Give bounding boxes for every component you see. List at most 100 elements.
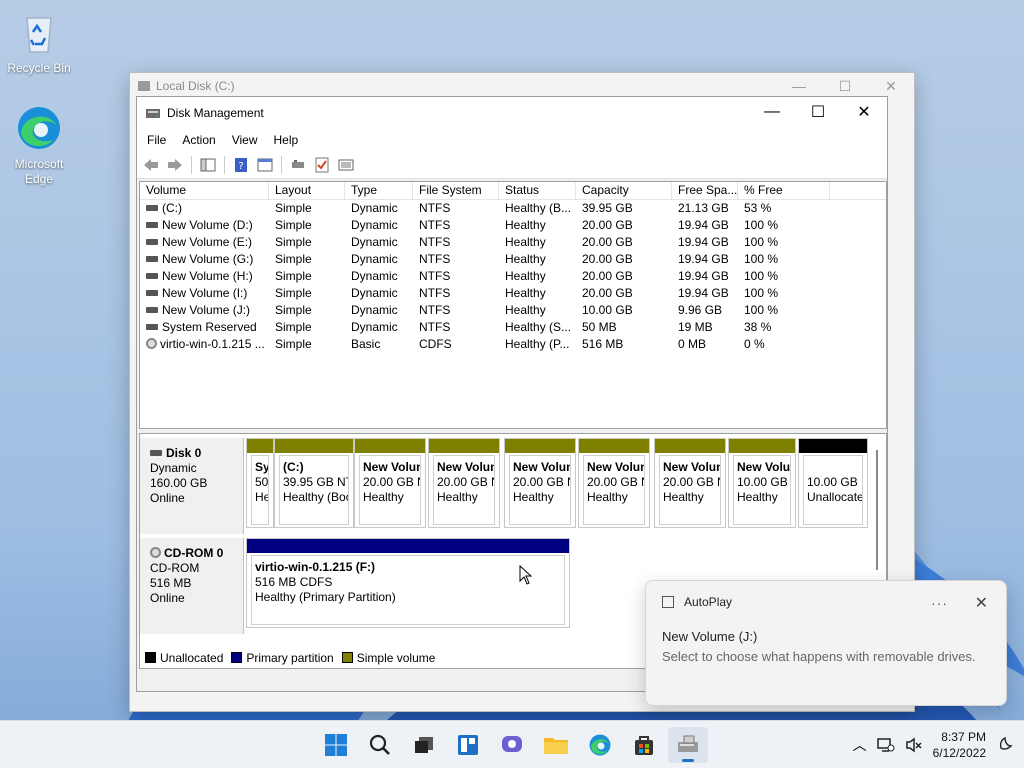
volume-cell: Healthy	[505, 286, 546, 300]
show-hide-tree-icon[interactable]	[198, 155, 218, 175]
disk-management-taskbar-button[interactable]	[668, 727, 708, 763]
partition-block[interactable]: 10.00 GB Unallocate	[798, 438, 868, 528]
partition-block[interactable]: New Volun 20.00 GB N Healthy	[354, 438, 426, 528]
menu-file[interactable]: File	[139, 133, 174, 147]
minimize-button[interactable]: —	[749, 97, 795, 127]
graph-scrollbar[interactable]	[876, 450, 878, 570]
volume-cell: 100 %	[744, 286, 779, 300]
task-view-button[interactable]	[404, 727, 444, 763]
clock[interactable]: 8:37 PM 6/12/2022	[933, 729, 986, 761]
volume-cell: 0 MB	[678, 337, 707, 351]
chat-button[interactable]	[492, 727, 532, 763]
more-options-icon[interactable]: ···	[931, 595, 948, 611]
disk-0-label[interactable]: Disk 0 Dynamic 160.00 GB Online	[140, 438, 244, 534]
store-button[interactable]	[624, 727, 664, 763]
volume-list[interactable]: Volume Layout Type File System Status Ca…	[139, 181, 887, 429]
col-volume[interactable]: Volume	[140, 182, 269, 199]
checklist-icon[interactable]	[312, 155, 332, 175]
partition-block[interactable]: New Volun 20.00 GB N Healthy	[504, 438, 576, 528]
menu-view[interactable]: View	[224, 133, 266, 147]
partition-color-bar	[655, 439, 725, 453]
partition-text: Healthy (Boo	[283, 490, 349, 504]
connect-icon[interactable]	[288, 155, 308, 175]
notification-icon[interactable]	[996, 736, 1014, 754]
volume-cell: Healthy (S...	[505, 320, 572, 334]
volume-cell: New Volume (I:)	[140, 285, 269, 302]
widgets-button[interactable]	[448, 727, 488, 763]
drive-icon	[146, 255, 158, 262]
volume-row[interactable]: System Reserved Simple Dynamic NTFS Healthy …	[140, 319, 886, 336]
autoplay-notification[interactable]: AutoPlay ··· ✕ New Volume (J:) Select to…	[645, 580, 1007, 706]
volume-cell: 100 %	[744, 252, 779, 266]
col-status[interactable]: Status	[499, 182, 576, 199]
volume-row[interactable]: New Volume (J:) Simple Dynamic NTFS Healthy 1…	[140, 302, 886, 319]
volume-cell: virtio-win-0.1.215 ...	[140, 336, 269, 353]
volume-cell: 20.00 GB	[582, 235, 633, 249]
volume-cell: Healthy (P...	[505, 337, 570, 351]
partition-block[interactable]: New Volun 20.00 GB N Healthy	[428, 438, 500, 528]
help-icon[interactable]: ?	[231, 155, 251, 175]
close-icon[interactable]: ✕	[975, 593, 988, 613]
partition-block[interactable]: (C:) 39.95 GB NT Healthy (Boo	[274, 438, 354, 528]
back-arrow-icon[interactable]	[141, 155, 161, 175]
volume-row[interactable]: virtio-win-0.1.215 ... Simple Basic CDFS Hea…	[140, 336, 886, 353]
file-explorer-button[interactable]	[536, 727, 576, 763]
col-file-system[interactable]: File System	[413, 182, 499, 199]
forward-arrow-icon[interactable]	[165, 155, 185, 175]
volume-cell: NTFS	[419, 218, 451, 232]
partition-color-bar	[799, 439, 867, 453]
desktop-icon-edge[interactable]: Microsoft Edge	[1, 104, 77, 187]
volume-row[interactable]: New Volume (H:) Simple Dynamic NTFS Healthy 2…	[140, 268, 886, 285]
desktop-icon-recycle-bin[interactable]: Recycle Bin	[1, 8, 77, 75]
drive-icon	[146, 306, 158, 313]
partition-block[interactable]: Sy 50 He	[246, 438, 274, 528]
col-capacity[interactable]: Capacity	[576, 182, 672, 199]
partition-color-bar	[247, 539, 569, 553]
volume-cell: Simple	[275, 252, 312, 266]
partition-block[interactable]: New Volu10.00 GB NHealthy	[728, 438, 796, 528]
volume-list-header: Volume Layout Type File System Status Ca…	[140, 182, 886, 200]
volume-cell: Healthy	[505, 218, 546, 232]
close-button[interactable]: ✕	[841, 97, 887, 127]
col-type[interactable]: Type	[345, 182, 413, 199]
volume-cell: NTFS	[419, 235, 451, 249]
edge-label: Microsoft Edge	[14, 157, 64, 186]
menu-action[interactable]: Action	[174, 133, 223, 147]
cdrom-0-label[interactable]: CD-ROM 0 CD-ROM 516 MB Online	[140, 538, 244, 634]
edge-taskbar-button[interactable]	[580, 727, 620, 763]
search-button[interactable]	[360, 727, 400, 763]
volume-row[interactable]: New Volume (I:) Simple Dynamic NTFS Healthy 2…	[140, 285, 886, 302]
volume-cell: 19.94 GB	[678, 269, 729, 283]
col-percent-free[interactable]: % Free	[738, 182, 830, 199]
partition-block[interactable]: New Volun 20.00 GB N Healthy	[578, 438, 650, 528]
partition-text: 20.00 GB N	[363, 475, 421, 489]
toast-title: New Volume (J:)	[662, 629, 758, 644]
network-icon[interactable]	[876, 737, 895, 753]
col-layout[interactable]: Layout	[269, 182, 345, 199]
disk-0-name: Disk 0	[166, 446, 202, 460]
speaker-muted-icon[interactable]	[905, 737, 923, 753]
volume-cell: NTFS	[419, 286, 451, 300]
start-button[interactable]	[316, 727, 356, 763]
volume-row[interactable]: New Volume (E:) Simple Dynamic NTFS Healthy 2…	[140, 234, 886, 251]
drive-icon	[150, 449, 162, 456]
windows-icon	[325, 734, 347, 756]
volume-cell: 19.94 GB	[678, 286, 729, 300]
menu-help[interactable]: Help	[266, 133, 307, 147]
volume-cell: Dynamic	[351, 252, 398, 266]
drive-icon	[146, 221, 158, 228]
maximize-button[interactable]: ☐	[795, 97, 841, 127]
cdrom-0-type: CD-ROM	[150, 561, 200, 575]
volume-row[interactable]: New Volume (G:) Simple Dynamic NTFS Healthy 2…	[140, 251, 886, 268]
volume-cell: Dynamic	[351, 201, 398, 215]
list-view-icon[interactable]	[336, 155, 356, 175]
volume-cell: 53 %	[744, 201, 772, 215]
chevron-up-icon[interactable]: ︿	[853, 735, 867, 755]
col-free-space[interactable]: Free Spa...	[672, 182, 738, 199]
volume-row[interactable]: New Volume (D:) Simple Dynamic NTFS Healthy 2…	[140, 217, 886, 234]
properties-icon[interactable]	[255, 155, 275, 175]
partition-color-bar	[275, 439, 353, 453]
volume-row[interactable]: (C:) Simple Dynamic NTFS Healthy (B... 39.95 …	[140, 200, 886, 217]
partition-block[interactable]: New Volun 20.00 GB N Healthy	[654, 438, 726, 528]
recycle-bin-icon	[26, 17, 52, 53]
